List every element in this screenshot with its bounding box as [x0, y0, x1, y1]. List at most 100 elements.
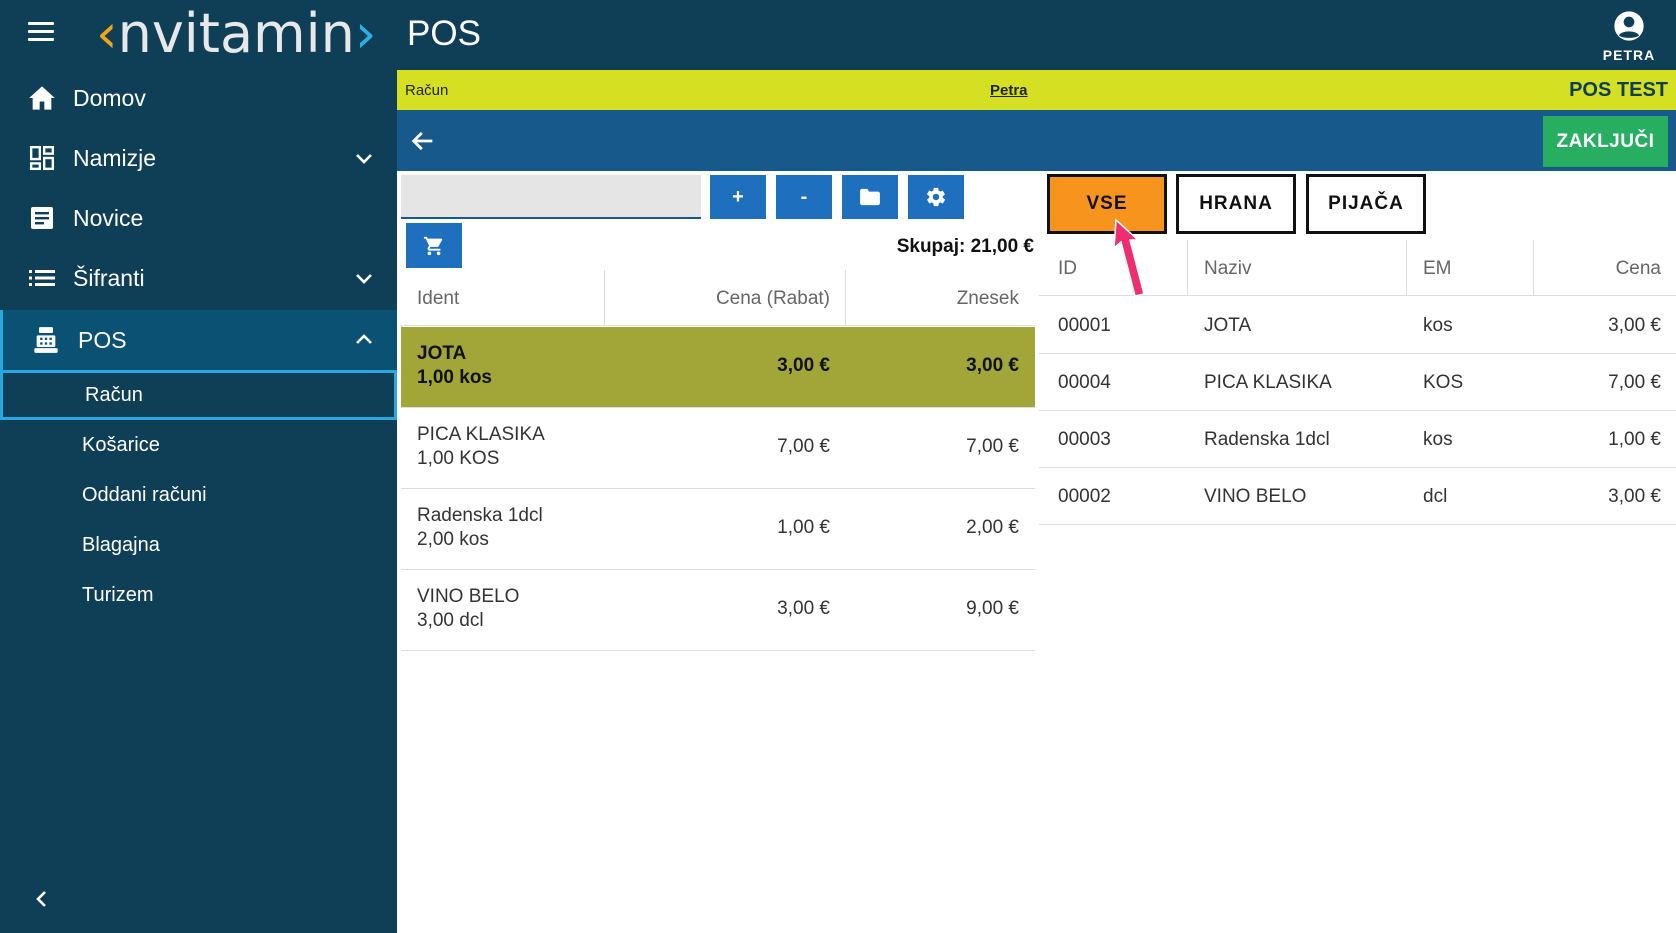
- user-account-icon[interactable]: [1613, 10, 1645, 42]
- product-id: 00004: [1058, 372, 1111, 393]
- cart-item-price: 7,00 €: [777, 436, 830, 457]
- product-id: 00002: [1058, 486, 1111, 507]
- chevron-up-icon: [356, 334, 372, 344]
- settings-button[interactable]: [908, 175, 964, 219]
- user-name: PETRA: [1602, 47, 1656, 63]
- product-row[interactable]: 00003 Radenska 1dcl kos 1,00 €: [1039, 411, 1676, 468]
- cart-item-qty: 2,00 kos: [417, 529, 489, 550]
- cart-item-price: 3,00 €: [777, 598, 830, 619]
- cart-row[interactable]: PICA KLASIKA 1,00 KOS 7,00 € 7,00 €: [401, 408, 1035, 489]
- arrow-back-icon[interactable]: [409, 127, 437, 155]
- product-unit: KOS: [1423, 372, 1464, 393]
- product-unit: dcl: [1423, 486, 1448, 507]
- cart-item-price: 3,00 €: [777, 355, 830, 376]
- annotation-arrow-icon: [1113, 218, 1145, 297]
- sidebar-subitem-kosarice[interactable]: Košarice: [0, 420, 397, 470]
- cart-item-name: VINO BELO: [417, 586, 520, 607]
- product-id: 00001: [1058, 315, 1111, 336]
- cart-item-amount: 7,00 €: [966, 436, 1019, 457]
- product-row[interactable]: 00001 JOTA kos 3,00 €: [1039, 297, 1676, 354]
- product-price: 3,00 €: [1608, 486, 1661, 507]
- sidebar-item-label: Šifranti: [73, 264, 145, 291]
- cash-register-icon: [32, 326, 60, 354]
- cart-item-qty: 1,00 kos: [417, 367, 492, 388]
- product-unit: kos: [1423, 429, 1453, 450]
- cart-icon: [423, 236, 443, 255]
- folder-icon: [860, 188, 880, 206]
- sidebar-subitem-label: Turizem: [82, 583, 154, 606]
- plus-button[interactable]: +: [710, 175, 766, 219]
- news-icon: [28, 204, 56, 232]
- sidebar-subitem-turizem[interactable]: Turizem: [0, 570, 397, 620]
- gear-icon: [927, 187, 946, 207]
- column-header-ident: Ident: [417, 288, 460, 309]
- logo: ‹nvitamin›: [96, 2, 377, 65]
- column-header-price: Cena (Rabat): [715, 288, 830, 309]
- cart-item-name: PICA KLASIKA: [417, 424, 545, 445]
- sidebar-subitem-label: Blagajna: [82, 533, 160, 556]
- column-header-id: ID: [1058, 258, 1077, 279]
- sidebar-subitem-label: Oddani računi: [82, 483, 207, 506]
- page-title: POS: [407, 14, 481, 53]
- list-icon: [28, 264, 56, 292]
- search-input[interactable]: [401, 175, 701, 219]
- product-price: 7,00 €: [1608, 372, 1661, 393]
- category-food-button[interactable]: HRANA: [1176, 174, 1296, 234]
- pos-name: POS TEST: [1569, 79, 1668, 101]
- sidebar-item-label: Namizje: [73, 144, 157, 171]
- cart-total: Skupaj: 21,00 €: [896, 236, 1034, 257]
- dashboard-icon: [28, 144, 56, 172]
- action-bar: ZAKLJUČI: [397, 110, 1676, 171]
- sidebar-subitem-blagajna[interactable]: Blagajna: [0, 520, 397, 570]
- cart-row[interactable]: Radenska 1dcl 2,00 kos 1,00 € 2,00 €: [401, 489, 1035, 570]
- sidebar-subitem-label: Račun: [85, 383, 143, 406]
- chevron-down-icon: [356, 154, 372, 164]
- cart-item-amount: 3,00 €: [966, 355, 1019, 376]
- cart-item-qty: 3,00 dcl: [417, 610, 484, 631]
- sidebar: ‹nvitamin› Domov Namizje Novice Šifranti…: [0, 0, 397, 933]
- sidebar-item-sifranti[interactable]: Šifranti: [0, 248, 397, 308]
- category-drinks-button[interactable]: PIJAČA: [1306, 174, 1426, 234]
- product-name: JOTA: [1204, 315, 1252, 336]
- column-header-price: Cena: [1615, 258, 1661, 279]
- chevron-down-icon: [356, 274, 372, 284]
- chevron-left-icon[interactable]: [30, 887, 54, 911]
- minus-button[interactable]: -: [776, 175, 832, 219]
- product-price: 3,00 €: [1608, 315, 1661, 336]
- cart-row-selected[interactable]: JOTA 1,00 kos 3,00 € 3,00 €: [401, 327, 1035, 408]
- cart-item-amount: 9,00 €: [966, 598, 1019, 619]
- cart-row[interactable]: VINO BELO 3,00 dcl 3,00 € 9,00 €: [401, 570, 1035, 651]
- menu-icon[interactable]: [28, 22, 54, 42]
- cart-table-header: Ident Cena (Rabat) Znesek: [401, 270, 1035, 326]
- column-header-amount: Znesek: [956, 288, 1019, 309]
- sidebar-item-pos[interactable]: POS: [0, 310, 397, 370]
- sidebar-subitem-label: Košarice: [82, 433, 160, 456]
- product-row[interactable]: 00004 PICA KLASIKA KOS 7,00 €: [1039, 354, 1676, 411]
- finish-button[interactable]: ZAKLJUČI: [1543, 116, 1668, 167]
- sidebar-item-label: Domov: [73, 84, 146, 111]
- product-name: PICA KLASIKA: [1204, 372, 1332, 393]
- sidebar-item-novice[interactable]: Novice: [0, 188, 397, 248]
- product-unit: kos: [1423, 315, 1453, 336]
- sidebar-subitem-oddani-racuni[interactable]: Oddani računi: [0, 470, 397, 520]
- folder-button[interactable]: [842, 175, 898, 219]
- cart-button[interactable]: [406, 223, 462, 268]
- sidebar-subitem-racun[interactable]: Račun: [0, 370, 397, 420]
- product-id: 00003: [1058, 429, 1111, 450]
- product-row[interactable]: 00002 VINO BELO dcl 3,00 €: [1039, 468, 1676, 525]
- home-icon: [28, 84, 56, 112]
- sidebar-item-domov[interactable]: Domov: [0, 68, 397, 128]
- sidebar-item-label: Novice: [73, 204, 144, 231]
- info-bar: Račun Petra POS TEST: [397, 70, 1676, 110]
- cart-item-amount: 2,00 €: [966, 517, 1019, 538]
- cart-item-qty: 1,00 KOS: [417, 448, 500, 469]
- user-link[interactable]: Petra: [990, 82, 1028, 99]
- sidebar-item-label: POS: [78, 326, 127, 353]
- cart-item-name: Radenska 1dcl: [417, 505, 543, 526]
- cart-item-name: JOTA: [417, 343, 467, 364]
- column-header-unit: EM: [1423, 258, 1452, 279]
- product-price: 1,00 €: [1608, 429, 1661, 450]
- cart-item-price: 1,00 €: [777, 517, 830, 538]
- sidebar-item-namizje[interactable]: Namizje: [0, 128, 397, 188]
- document-type-label: Račun: [405, 82, 449, 99]
